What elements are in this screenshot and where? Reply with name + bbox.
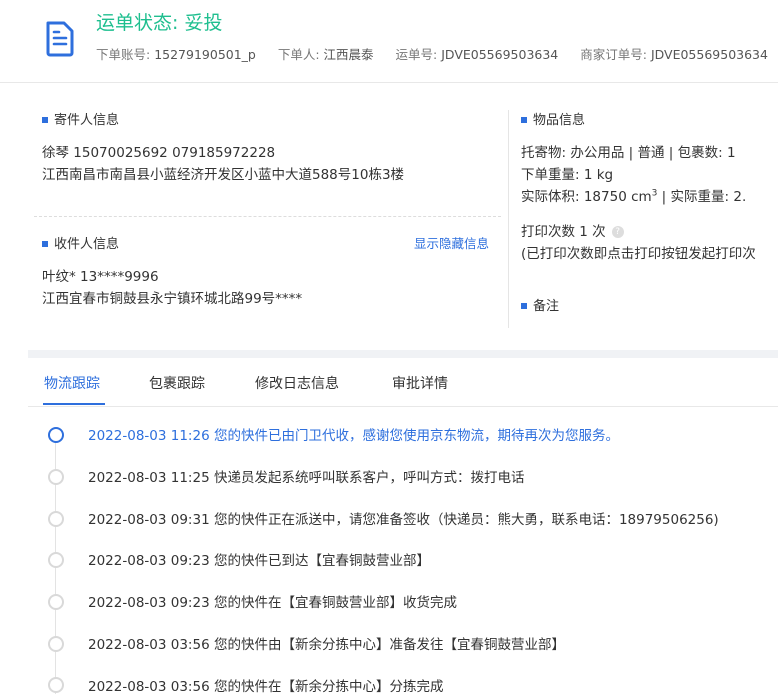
detail-tabs: 物流跟踪 包裹跟踪 修改日志信息 审批详情 [28, 358, 778, 407]
receiver-section-title: 收件人信息 [42, 233, 119, 252]
merchant-order-value: JDVE05569503634 [650, 47, 768, 62]
remark-section-title: 备注 [521, 295, 559, 314]
sender-address: 江西南昌市南昌县小蓝经济开发区小蓝中大道588号10栋3楼 [42, 167, 405, 183]
document-icon [46, 21, 74, 57]
section-band [28, 350, 778, 358]
sender-name-phone: 徐琴 15070025692 079185972228 [42, 145, 276, 161]
account-value: 15279190501_p [154, 47, 256, 62]
column-divider [508, 110, 509, 328]
orderer-label: 下单人: [277, 47, 320, 62]
timeline-node-current [48, 427, 64, 443]
merchant-order-label: 商家订单号: [580, 47, 647, 62]
section-marker [521, 116, 527, 123]
timeline-item: 2022-08-03 09:23 您的快件在【宜春铜鼓营业部】收货完成 [88, 595, 457, 611]
timeline-node [48, 677, 64, 693]
show-hidden-info-link[interactable]: 显示隐藏信息 [414, 233, 489, 252]
print-note: (已打印次数即点击打印按钮发起打印次 [521, 246, 756, 262]
tab-package-tracking[interactable]: 包裹跟踪 [149, 373, 205, 393]
print-count: 打印次数 1 次? [521, 220, 624, 240]
timeline-item: 2022-08-03 11:26 您的快件已由门卫代收，感谢您使用京东物流，期待… [88, 428, 619, 444]
active-tab-indicator [43, 403, 105, 405]
timeline-item: 2022-08-03 03:56 您的快件在【新余分拣中心】分拣完成 [88, 679, 444, 695]
sender-section-title: 寄件人信息 [42, 109, 119, 128]
section-divider [34, 216, 501, 217]
tab-approval-details[interactable]: 审批详情 [392, 373, 448, 393]
timeline-item: 2022-08-03 11:25 快递员发起系统呼叫联系客户，呼叫方式：拨打电话 [88, 470, 525, 486]
waybill-status: 运单状态: 妥投 [96, 12, 223, 34]
timeline-node [48, 552, 64, 568]
timeline-node [48, 636, 64, 652]
goods-volume: 实际体积: 18750 cm3 | 实际重量: 2. [521, 188, 747, 206]
goods-section-title: 物品信息 [521, 109, 585, 128]
account-label: 下单账号: [96, 47, 151, 62]
timeline-node [48, 511, 64, 527]
goods-consignment: 托寄物: 办公用品 | 普通 | 包裹数: 1 [521, 145, 736, 161]
timeline-item: 2022-08-03 03:56 您的快件由【新余分拣中心】准备发往【宜春铜鼓营… [88, 637, 565, 653]
receiver-address: 江西宜春市铜鼓县永宁镇环城北路99号**** [42, 291, 303, 307]
section-marker [42, 240, 48, 247]
waybill-meta: 下单账号: 15279190501_p 下单人: 江西晨泰 运单号: JDVE0… [96, 44, 768, 63]
tab-change-log[interactable]: 修改日志信息 [255, 373, 339, 393]
waybill-label: 运单号: [395, 47, 438, 62]
waybill-header: 运单状态: 妥投 下单账号: 15279190501_p 下单人: 江西晨泰 运… [0, 0, 778, 83]
timeline-node [48, 469, 64, 485]
tab-logistics-tracking[interactable]: 物流跟踪 [44, 373, 100, 393]
section-marker [42, 116, 48, 123]
timeline-item: 2022-08-03 09:23 您的快件已到达【宜春铜鼓营业部】 [88, 553, 430, 569]
timeline-node [48, 594, 64, 610]
timeline-item: 2022-08-03 09:31 您的快件正在派送中，请您准备签收（快递员：熊大… [88, 512, 719, 528]
goods-order-weight: 下单重量: 1 kg [521, 167, 614, 183]
waybill-value: JDVE05569503634 [441, 47, 559, 62]
receiver-name-phone: 叶纹* 13****9996 [42, 269, 159, 285]
section-marker [521, 302, 527, 309]
help-icon[interactable]: ? [611, 226, 624, 238]
orderer-value: 江西晨泰 [323, 47, 374, 62]
